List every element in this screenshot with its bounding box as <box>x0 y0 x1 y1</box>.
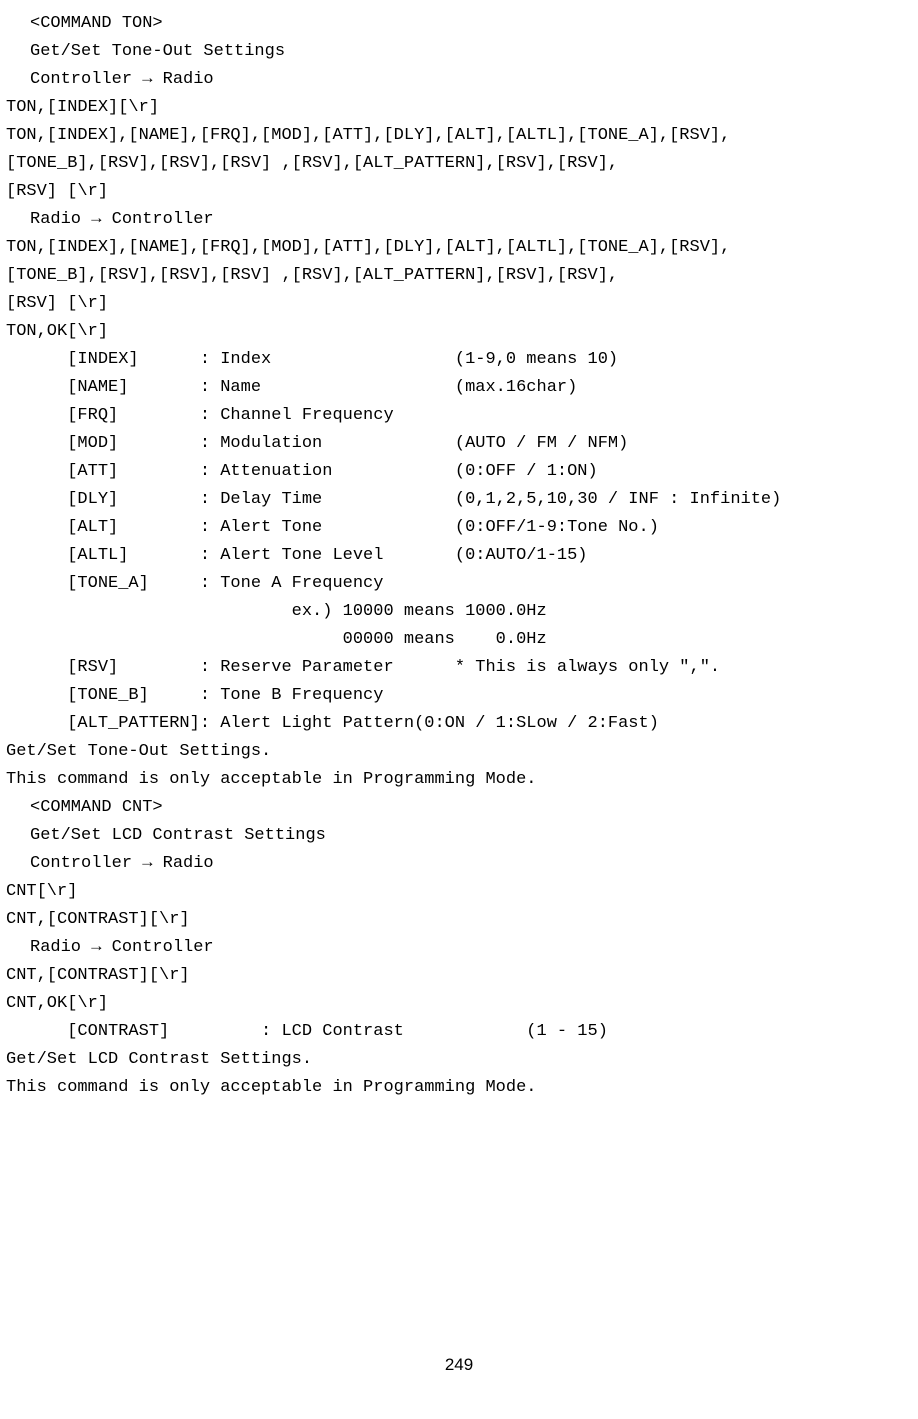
doc-line: CNT,OK[\r] <box>0 990 918 1018</box>
doc-line: [ALTL] : Alert Tone Level (0:AUTO/1-15) <box>0 542 918 570</box>
doc-line: TON,[INDEX],[NAME],[FRQ],[MOD],[ATT],[DL… <box>0 234 918 262</box>
doc-line: [ALT_PATTERN]: Alert Light Pattern(0:ON … <box>0 710 918 738</box>
doc-line: Get/Set Tone-Out Settings <box>0 38 918 66</box>
doc-line: Controller → Radio <box>0 850 918 878</box>
doc-line: [TONE_B],[RSV],[RSV],[RSV] ,[RSV],[ALT_P… <box>0 150 918 178</box>
doc-line: [ALT] : Alert Tone (0:OFF/1-9:Tone No.) <box>0 514 918 542</box>
doc-line: [TONE_B] : Tone B Frequency <box>0 682 918 710</box>
doc-line: [FRQ] : Channel Frequency <box>0 402 918 430</box>
doc-line: Get/Set Tone-Out Settings. <box>0 738 918 766</box>
doc-line: Controller → Radio <box>0 66 918 94</box>
doc-line: [RSV] [\r] <box>0 178 918 206</box>
doc-line: <COMMAND CNT> <box>0 794 918 822</box>
doc-line: CNT[\r] <box>0 878 918 906</box>
doc-line: [NAME] : Name (max.16char) <box>0 374 918 402</box>
doc-line: TON,[INDEX],[NAME],[FRQ],[MOD],[ATT],[DL… <box>0 122 918 150</box>
doc-line: [ATT] : Attenuation (0:OFF / 1:ON) <box>0 458 918 486</box>
doc-line: CNT,[CONTRAST][\r] <box>0 962 918 990</box>
doc-line: [RSV] : Reserve Parameter * This is alwa… <box>0 654 918 682</box>
doc-line: Radio → Controller <box>0 206 918 234</box>
doc-line: [CONTRAST] : LCD Contrast (1 - 15) <box>0 1018 918 1046</box>
doc-line: [MOD] : Modulation (AUTO / FM / NFM) <box>0 430 918 458</box>
doc-line: 00000 means 0.0Hz <box>0 626 918 654</box>
doc-line: ex.) 10000 means 1000.0Hz <box>0 598 918 626</box>
doc-line: CNT,[CONTRAST][\r] <box>0 906 918 934</box>
page-number: 249 <box>0 1351 918 1379</box>
doc-line: TON,OK[\r] <box>0 318 918 346</box>
doc-line: This command is only acceptable in Progr… <box>0 1074 918 1102</box>
document-body: <COMMAND TON>Get/Set Tone-Out SettingsCo… <box>0 10 918 1102</box>
doc-line: [RSV] [\r] <box>0 290 918 318</box>
doc-line: This command is only acceptable in Progr… <box>0 766 918 794</box>
doc-line: Get/Set LCD Contrast Settings. <box>0 1046 918 1074</box>
doc-line: <COMMAND TON> <box>0 10 918 38</box>
doc-line: Radio → Controller <box>0 934 918 962</box>
doc-line: [TONE_A] : Tone A Frequency <box>0 570 918 598</box>
doc-line: Get/Set LCD Contrast Settings <box>0 822 918 850</box>
doc-line: TON,[INDEX][\r] <box>0 94 918 122</box>
doc-line: [TONE_B],[RSV],[RSV],[RSV] ,[RSV],[ALT_P… <box>0 262 918 290</box>
doc-line: [INDEX] : Index (1-9,0 means 10) <box>0 346 918 374</box>
doc-line: [DLY] : Delay Time (0,1,2,5,10,30 / INF … <box>0 486 918 514</box>
